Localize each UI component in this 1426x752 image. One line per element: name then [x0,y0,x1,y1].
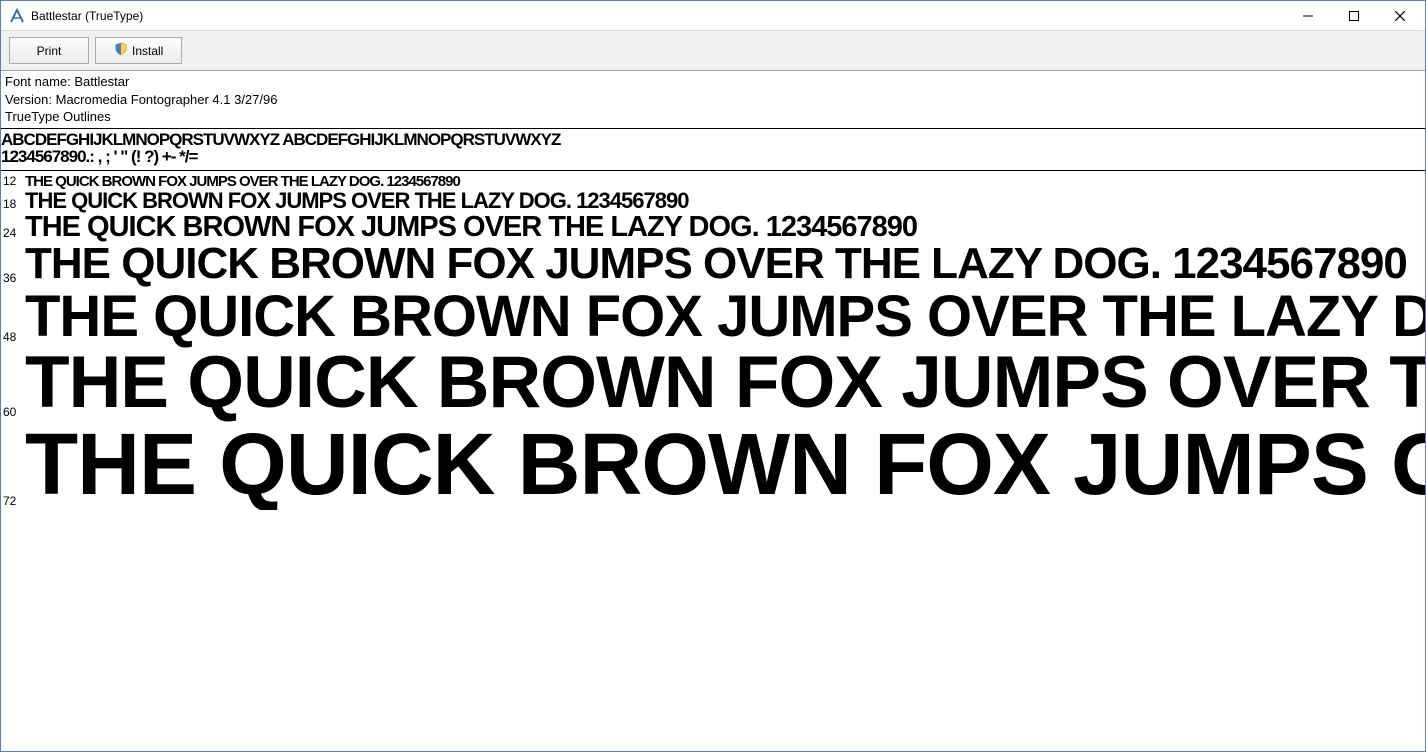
sample-size-label: 12 [1,174,23,190]
maximize-button[interactable] [1331,1,1377,30]
close-button[interactable] [1377,1,1423,30]
print-button[interactable]: Print [9,37,89,64]
font-name-value: Battlestar [74,74,129,89]
sample-size-label: 36 [1,271,23,287]
install-button[interactable]: Install [95,37,182,64]
sample-text: THE QUICK BROWN FOX JUMPS OVER THE LAZY … [25,190,688,212]
version-row: Version: Macromedia Fontographer 4.1 3/2… [5,91,1421,109]
window-controls [1285,1,1423,30]
version-label: Version: [5,92,52,107]
sample-text: THE QUICK BROWN FOX JUMPS OVER THE LAZY … [25,213,917,243]
sample-row: 72THE QUICK BROWN FOX JUMPS OVER THE LAZ… [1,421,1425,510]
sample-size-label: 72 [1,494,23,510]
sample-size-label: 48 [1,330,23,346]
sample-list: 12THE QUICK BROWN FOX JUMPS OVER THE LAZ… [1,171,1425,509]
alphabet-line-numbers: 1234567890.: , ; ' " (! ?) +- */= [1,148,1425,166]
toolbar: Print Install [1,31,1425,71]
window-title: Battlestar (TrueType) [31,9,1285,23]
alphabet-preview: ABCDEFGHIJKLMNOPQRSTUVWXYZ ABCDEFGHIJKLM… [1,129,1425,172]
sample-text: THE QUICK BROWN FOX JUMPS OVER THE LAZY … [25,287,1425,346]
sample-row: 18THE QUICK BROWN FOX JUMPS OVER THE LAZ… [1,190,1425,212]
sample-row: 48THE QUICK BROWN FOX JUMPS OVER THE LAZ… [1,287,1425,346]
titlebar: Battlestar (TrueType) [1,1,1425,31]
font-name-row: Font name: Battlestar [5,73,1421,91]
outlines-row: TrueType Outlines [5,108,1421,126]
alphabet-line-letters: ABCDEFGHIJKLMNOPQRSTUVWXYZ ABCDEFGHIJKLM… [1,131,1425,149]
sample-row: 36THE QUICK BROWN FOX JUMPS OVER THE LAZ… [1,242,1425,287]
print-button-label: Print [37,44,62,58]
font-name-label: Font name: [5,74,71,89]
font-app-icon [9,8,25,24]
version-value: Macromedia Fontographer 4.1 3/27/96 [56,92,278,107]
sample-text: THE QUICK BROWN FOX JUMPS OVER THE LAZY … [25,346,1425,420]
install-button-label: Install [132,44,163,58]
sample-text: THE QUICK BROWN FOX JUMPS OVER THE LAZY … [25,174,460,189]
sample-size-label: 18 [1,197,23,213]
sample-row: 24THE QUICK BROWN FOX JUMPS OVER THE LAZ… [1,213,1425,243]
sample-text: THE QUICK BROWN FOX JUMPS OVER THE LAZY … [25,421,1425,510]
sample-size-label: 24 [1,226,23,242]
sample-row: 60THE QUICK BROWN FOX JUMPS OVER THE LAZ… [1,346,1425,420]
sample-size-label: 60 [1,405,23,421]
font-info: Font name: Battlestar Version: Macromedi… [1,71,1425,129]
minimize-button[interactable] [1285,1,1331,30]
shield-icon [114,42,128,59]
sample-text: THE QUICK BROWN FOX JUMPS OVER THE LAZY … [25,242,1407,287]
